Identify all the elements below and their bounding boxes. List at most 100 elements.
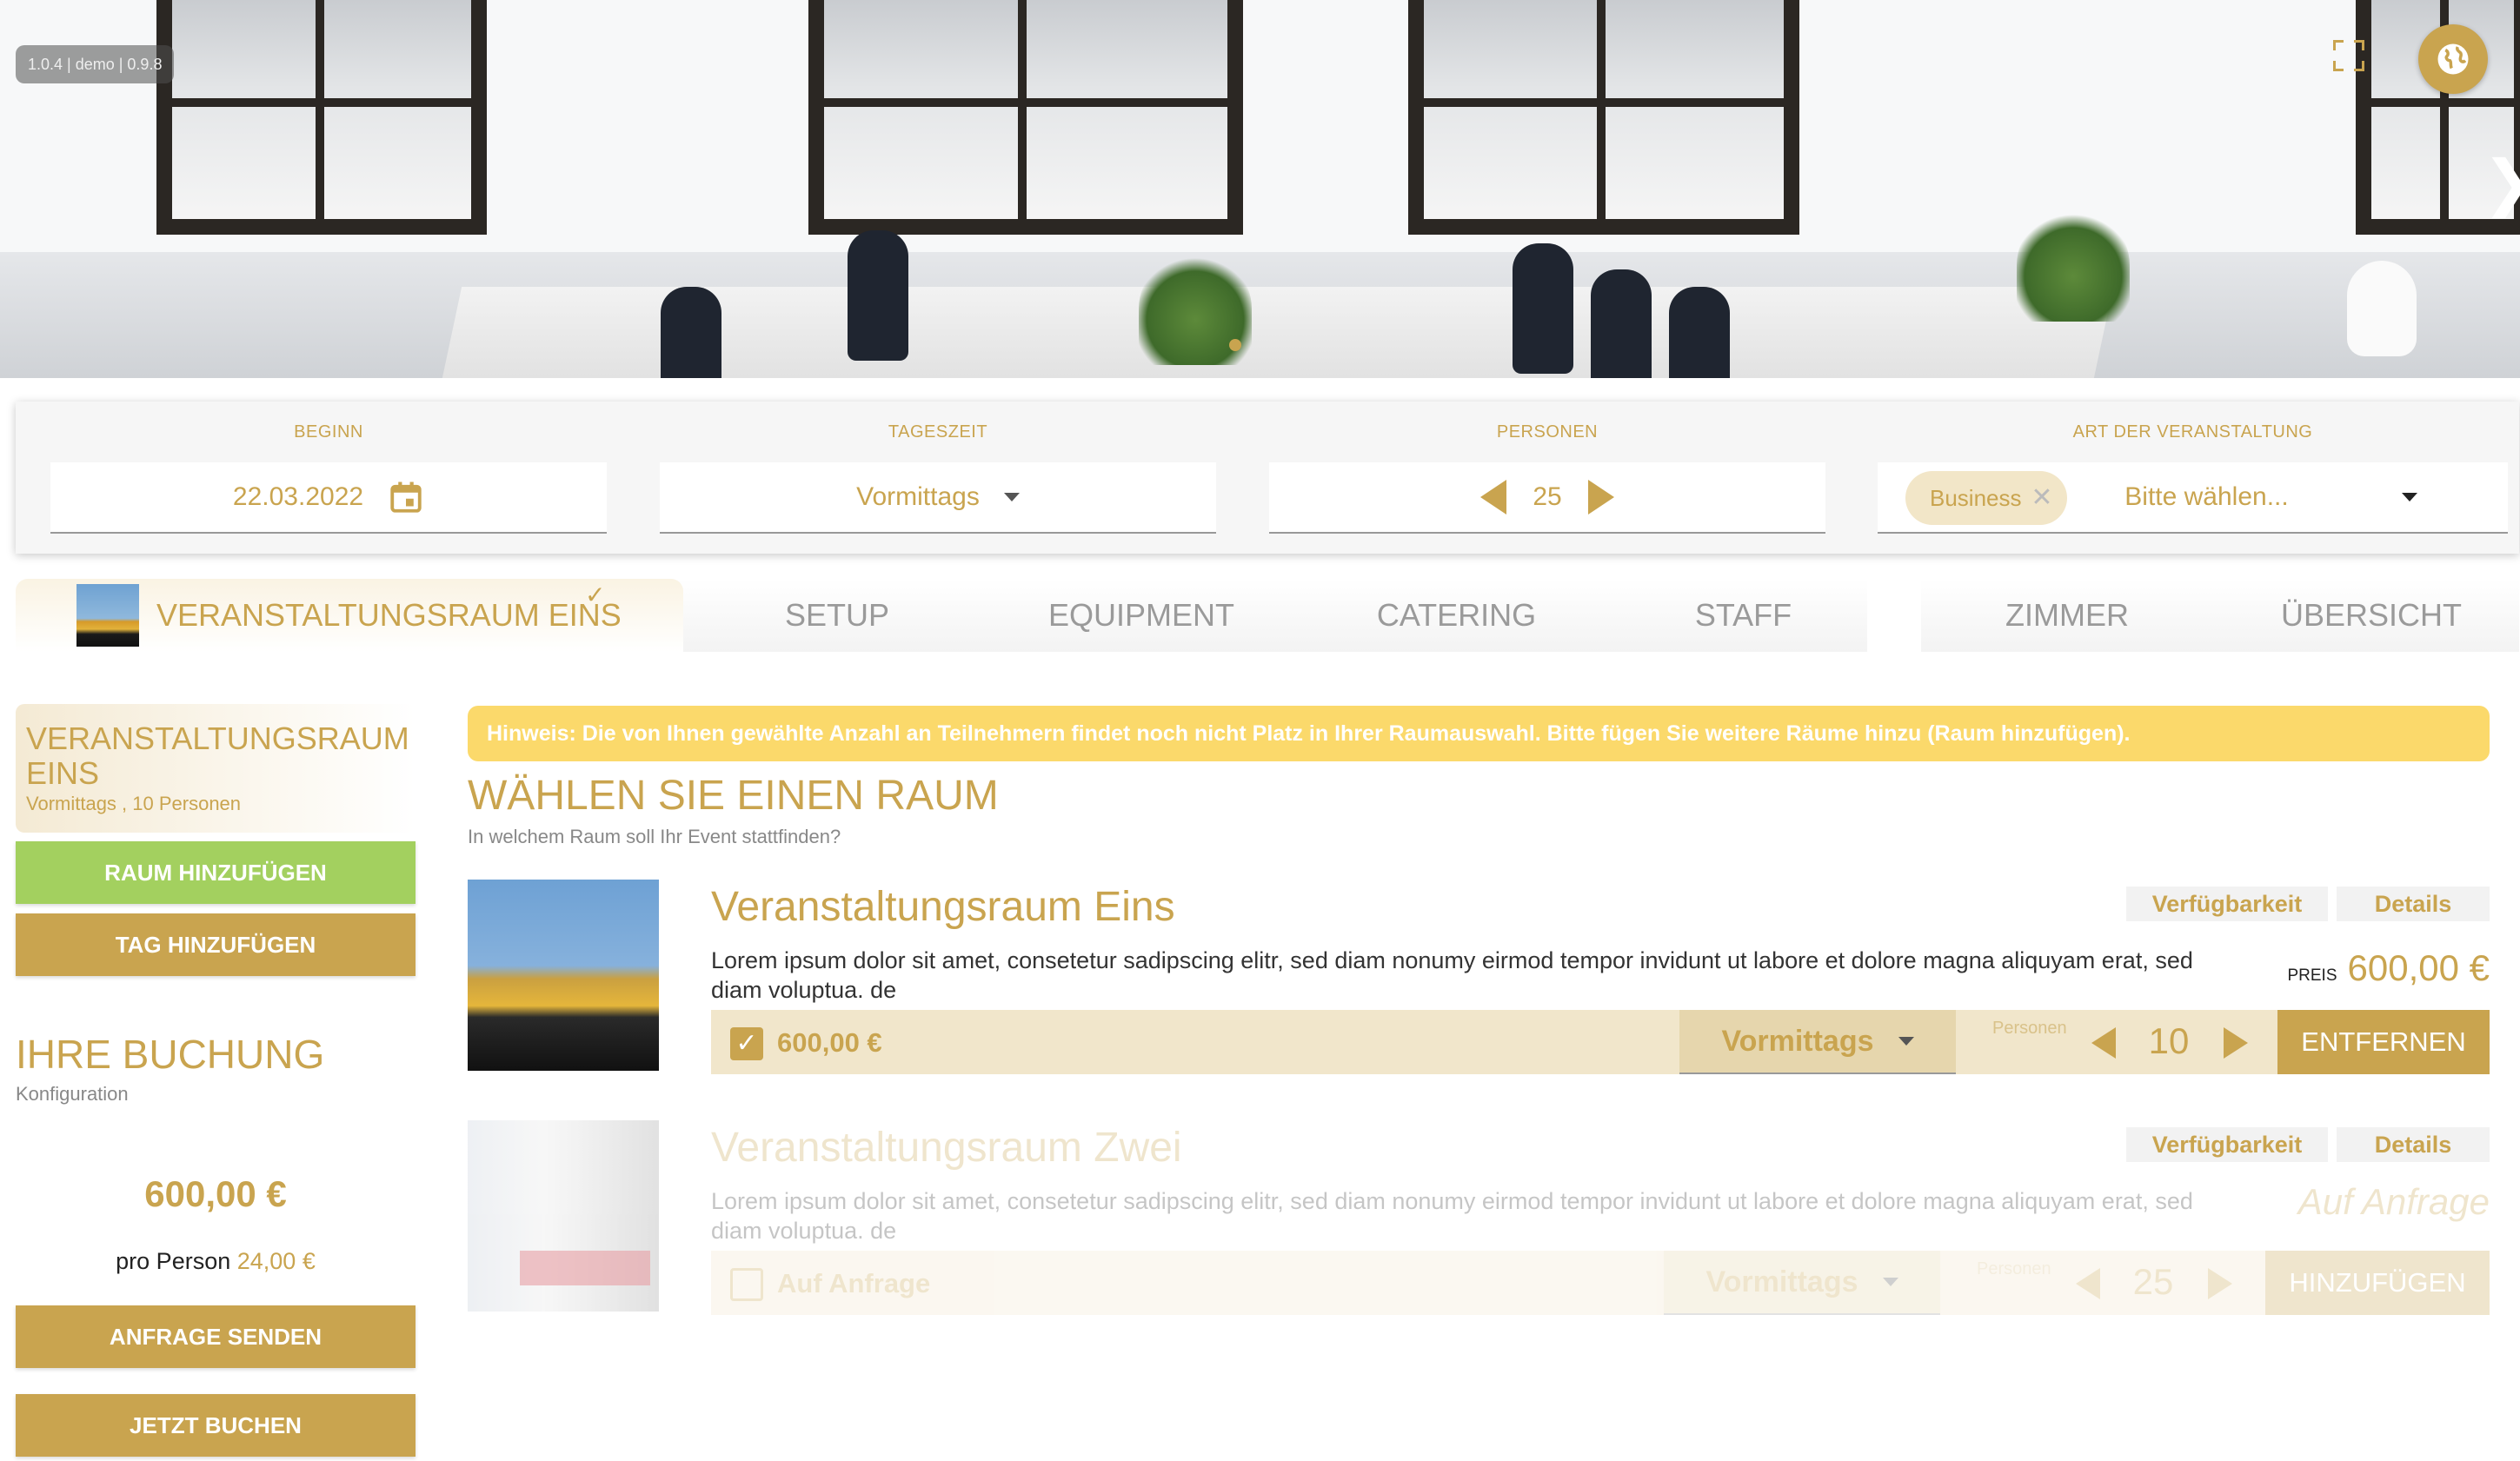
- room-daytime-select[interactable]: Vormittags: [1679, 1010, 1956, 1074]
- send-request-button[interactable]: ANFRAGE SENDEN: [16, 1305, 416, 1368]
- room-name: Veranstaltungsraum Eins: [711, 884, 1175, 930]
- caret-down-icon: [1898, 1037, 1914, 1046]
- room-image[interactable]: [468, 880, 659, 1071]
- room-select-checkbox[interactable]: ✓: [730, 1027, 763, 1060]
- calendar-icon[interactable]: [388, 479, 424, 515]
- tab-catering[interactable]: CATERING: [1337, 579, 1576, 652]
- hero-chair: [1513, 243, 1573, 374]
- filter-label: TAGESZEIT: [888, 422, 988, 442]
- per-person-price: pro Person 24,00 €: [16, 1248, 416, 1275]
- hero-window-3: [1408, 0, 1799, 235]
- room-select-checkbox[interactable]: [730, 1268, 763, 1301]
- arrow-right-icon[interactable]: [2208, 1268, 2232, 1299]
- chevron-right-icon[interactable]: ❯: [2483, 148, 2520, 217]
- room-name: Veranstaltungsraum Zwei: [711, 1125, 1182, 1171]
- chip-label: Business: [1930, 485, 2022, 511]
- page-subtitle: In welchem Raum soll Ihr Event stattfind…: [468, 826, 841, 847]
- price-label: PREIS: [2287, 966, 2337, 985]
- daytime-value: Vormittags: [1705, 1265, 1858, 1298]
- room-image[interactable]: [468, 1120, 659, 1312]
- persons-value: 10: [2148, 1020, 2190, 1061]
- date-value: 22.03.2022: [232, 482, 364, 511]
- hero-window-2: [808, 0, 1243, 235]
- booking-title: IHRE BUCHUNG: [16, 1032, 325, 1077]
- caret-down-icon: [1003, 493, 1020, 501]
- booking-subtitle: Konfiguration: [16, 1083, 129, 1105]
- persons-label: Personen: [1977, 1259, 2051, 1278]
- room-daytime-select[interactable]: Vormittags: [1664, 1251, 1940, 1315]
- tab-divider: [1867, 579, 1921, 652]
- add-room-button[interactable]: RAUM HINZUFÜGEN: [16, 841, 416, 904]
- price-value: Auf Anfrage: [2297, 1181, 2490, 1222]
- event-type-placeholder: Bitte wählen...: [2124, 482, 2289, 511]
- tab-zimmer[interactable]: ZIMMER: [1954, 579, 2180, 652]
- per-person-value: 24,00 €: [236, 1248, 316, 1274]
- hero-chair: [661, 287, 721, 378]
- add-room-button[interactable]: HINZUFÜGEN: [2265, 1251, 2490, 1315]
- arrow-left-icon[interactable]: [2091, 1027, 2116, 1059]
- tab-room[interactable]: VERANSTALTUNGSRAUM EINS ✓: [16, 579, 683, 652]
- caret-down-icon: [1882, 1278, 1898, 1286]
- filter-begin: BEGINN 22.03.2022: [50, 402, 607, 554]
- room-config-bar: Auf Anfrage Vormittags Personen 25 HINZU…: [711, 1251, 2490, 1315]
- filter-event-type: ART DER VERANSTALTUNG Business ✕ Bitte w…: [1878, 402, 2508, 554]
- details-button[interactable]: Details: [2337, 1127, 2490, 1162]
- book-now-button[interactable]: JETZT BUCHEN: [16, 1394, 416, 1457]
- hero-chair: [1591, 269, 1652, 378]
- hero-vase: [2347, 261, 2417, 356]
- event-type-chip: Business ✕: [1905, 471, 2067, 525]
- room-description: Lorem ipsum dolor sit amet, consetetur s…: [711, 947, 2193, 1003]
- slider-dot[interactable]: [1229, 339, 1241, 351]
- room-item: Veranstaltungsraum Zwei Verfügbarkeit De…: [468, 1120, 2490, 1315]
- daytime-value: Vormittags: [856, 482, 980, 511]
- config-price: Auf Anfrage: [777, 1268, 931, 1298]
- daytime-select[interactable]: Vormittags: [660, 462, 1216, 534]
- hero-window-1: [156, 0, 487, 235]
- date-field[interactable]: 22.03.2022: [50, 462, 607, 534]
- tab-label: VERANSTALTUNGSRAUM EINS: [156, 597, 622, 633]
- globe-icon: [2437, 43, 2469, 75]
- filter-label: BEGINN: [294, 422, 363, 442]
- arrow-right-icon[interactable]: [2224, 1027, 2248, 1059]
- price-value: 600,00 €: [2347, 947, 2490, 988]
- room-price: Auf Anfrage: [2298, 1181, 2490, 1223]
- filter-bar: BEGINN 22.03.2022 TAGESZEIT Vormittags P…: [16, 402, 2519, 554]
- room-config-bar: ✓ 600,00 € Vormittags Personen 10 ENTFER…: [711, 1010, 2490, 1074]
- tab-staff[interactable]: STAFF: [1637, 579, 1850, 652]
- filter-persons: PERSONEN 25: [1269, 402, 1825, 554]
- room-card-subtitle: Vormittags , 10 Personen: [26, 793, 242, 814]
- language-button[interactable]: [2418, 24, 2488, 94]
- availability-button[interactable]: Verfügbarkeit: [2126, 887, 2328, 921]
- arrow-right-icon[interactable]: [1587, 480, 1614, 515]
- page-title: WÄHLEN SIE EINEN RAUM: [468, 773, 999, 819]
- version-badge: 1.0.4 | demo | 0.9.8: [16, 45, 175, 83]
- tab-equipment[interactable]: EQUIPMENT: [1015, 579, 1267, 652]
- details-button[interactable]: Details: [2337, 887, 2490, 921]
- tab-overview[interactable]: ÜBERSICHT: [2241, 579, 2502, 652]
- persons-label: Personen: [1992, 1019, 2067, 1038]
- room-card-title: VERANSTALTUNGSRAUM EINS: [26, 721, 409, 791]
- room-thumbnail: [76, 584, 139, 647]
- hero-chair: [848, 230, 908, 361]
- tab-setup[interactable]: SETUP: [728, 579, 946, 652]
- capacity-notice: Hinweis: Die von Ihnen gewählte Anzahl a…: [468, 706, 2490, 761]
- hero-plant: [2017, 209, 2130, 322]
- caret-down-icon: [2401, 493, 2417, 501]
- hero-chair: [1669, 287, 1730, 378]
- selected-room-card[interactable]: VERANSTALTUNGSRAUM EINS Vormittags , 10 …: [16, 704, 416, 833]
- arrow-left-icon[interactable]: [1480, 480, 1507, 515]
- filter-daytime: TAGESZEIT Vormittags: [660, 402, 1216, 554]
- filter-label: PERSONEN: [1496, 422, 1599, 442]
- room-persons-stepper: Personen 25: [1940, 1251, 2264, 1315]
- add-day-button[interactable]: TAG HINZUFÜGEN: [16, 913, 416, 976]
- availability-button[interactable]: Verfügbarkeit: [2126, 1127, 2328, 1162]
- arrow-left-icon[interactable]: [2076, 1268, 2100, 1299]
- close-icon[interactable]: ✕: [2031, 471, 2052, 525]
- filter-label: ART DER VERANSTALTUNG: [2072, 422, 2313, 442]
- event-type-select[interactable]: Business ✕ Bitte wählen...: [1878, 462, 2508, 534]
- fullscreen-icon[interactable]: [2333, 40, 2364, 71]
- persons-stepper: 25: [1269, 462, 1825, 534]
- total-price: 600,00 €: [144, 1173, 287, 1214]
- remove-room-button[interactable]: ENTFERNEN: [2277, 1010, 2490, 1074]
- step-tabs: VERANSTALTUNGSRAUM EINS ✓ SETUP EQUIPMEN…: [16, 579, 2519, 652]
